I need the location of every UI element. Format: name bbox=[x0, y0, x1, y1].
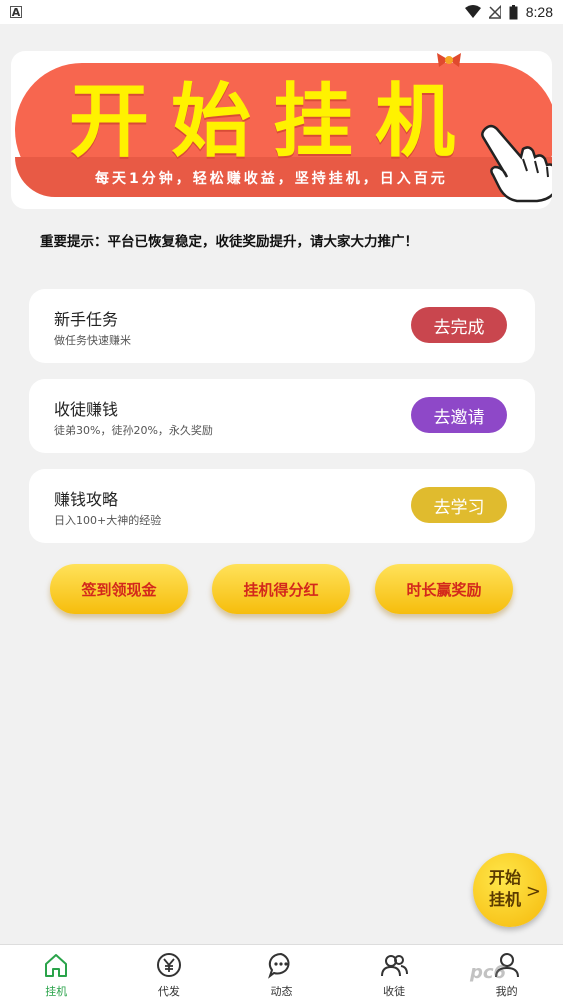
task-title: 新手任务 bbox=[54, 310, 119, 329]
nav-item-hangup[interactable]: 挂机 bbox=[0, 945, 113, 1001]
no-signal-icon bbox=[488, 5, 501, 19]
start-hangup-float-button[interactable]: 开始挂机 > bbox=[473, 853, 547, 927]
nav-item-feed[interactable]: 动态 bbox=[225, 945, 338, 1001]
nav-item-apprentice[interactable]: 收徒 bbox=[338, 945, 451, 1001]
go-learn-button[interactable]: 去学习 bbox=[411, 487, 507, 523]
important-notice: 重要提示：平台已恢复稳定，收徒奖励提升，请大家大力推广！ bbox=[40, 234, 418, 250]
wifi-icon bbox=[464, 5, 481, 18]
task-desc: 日入100+大神的经验 bbox=[54, 514, 162, 527]
nav-label: 我的 bbox=[495, 985, 518, 998]
chat-bubble-icon bbox=[268, 952, 290, 979]
nav-label: 代发 bbox=[157, 985, 180, 998]
go-invite-button[interactable]: 去邀请 bbox=[411, 397, 507, 433]
yuan-coin-icon bbox=[156, 953, 181, 977]
nav-label: 收徒 bbox=[383, 985, 406, 998]
a-box-icon: A bbox=[10, 5, 22, 19]
status-bar: A 8:28 bbox=[0, 0, 563, 24]
nav-item-mine[interactable]: 我的 bbox=[450, 945, 563, 1001]
float-label: 开始挂机 bbox=[489, 868, 522, 909]
pointing-hand-icon bbox=[481, 124, 552, 203]
banner-title: 开始挂机 bbox=[69, 74, 477, 168]
nav-item-send[interactable]: 代发 bbox=[113, 945, 226, 1001]
nav-label: 动态 bbox=[270, 985, 293, 998]
task-title: 赚钱攻略 bbox=[54, 490, 119, 509]
task-desc: 做任务快速赚米 bbox=[54, 334, 131, 347]
checkin-cash-button[interactable]: 签到领现金 bbox=[50, 564, 188, 614]
status-icons: 8:28 bbox=[464, 4, 553, 20]
status-time: 8:28 bbox=[525, 4, 553, 20]
chevron-right-icon: > bbox=[525, 881, 541, 902]
start-hangup-banner[interactable]: 开始挂机 每天1分钟，轻松赚收益，坚持挂机，日入百元 bbox=[11, 51, 552, 209]
task-card-guide: 赚钱攻略 日入100+大神的经验 去学习 bbox=[29, 469, 535, 543]
duration-reward-button[interactable]: 时长赢奖励 bbox=[375, 564, 513, 614]
banner-subtitle: 每天1分钟，轻松赚收益，坚持挂机，日入百元 bbox=[95, 171, 448, 187]
bow-icon bbox=[437, 53, 461, 67]
users-icon bbox=[381, 955, 409, 977]
nav-label: 挂机 bbox=[45, 985, 68, 998]
task-title: 收徒赚钱 bbox=[54, 400, 119, 419]
task-card-invite: 收徒赚钱 徒弟30%，徒孙20%，永久奖励 去邀请 bbox=[29, 379, 535, 453]
go-complete-button[interactable]: 去完成 bbox=[411, 307, 507, 343]
battery-icon bbox=[509, 4, 518, 19]
hangup-dividend-button[interactable]: 挂机得分红 bbox=[212, 564, 350, 614]
watermark-logo: pc6 bbox=[470, 962, 507, 983]
task-card-newbie: 新手任务 做任务快速赚米 去完成 bbox=[29, 289, 535, 363]
task-desc: 徒弟30%，徒孙20%，永久奖励 bbox=[54, 424, 213, 437]
home-icon bbox=[45, 954, 68, 977]
